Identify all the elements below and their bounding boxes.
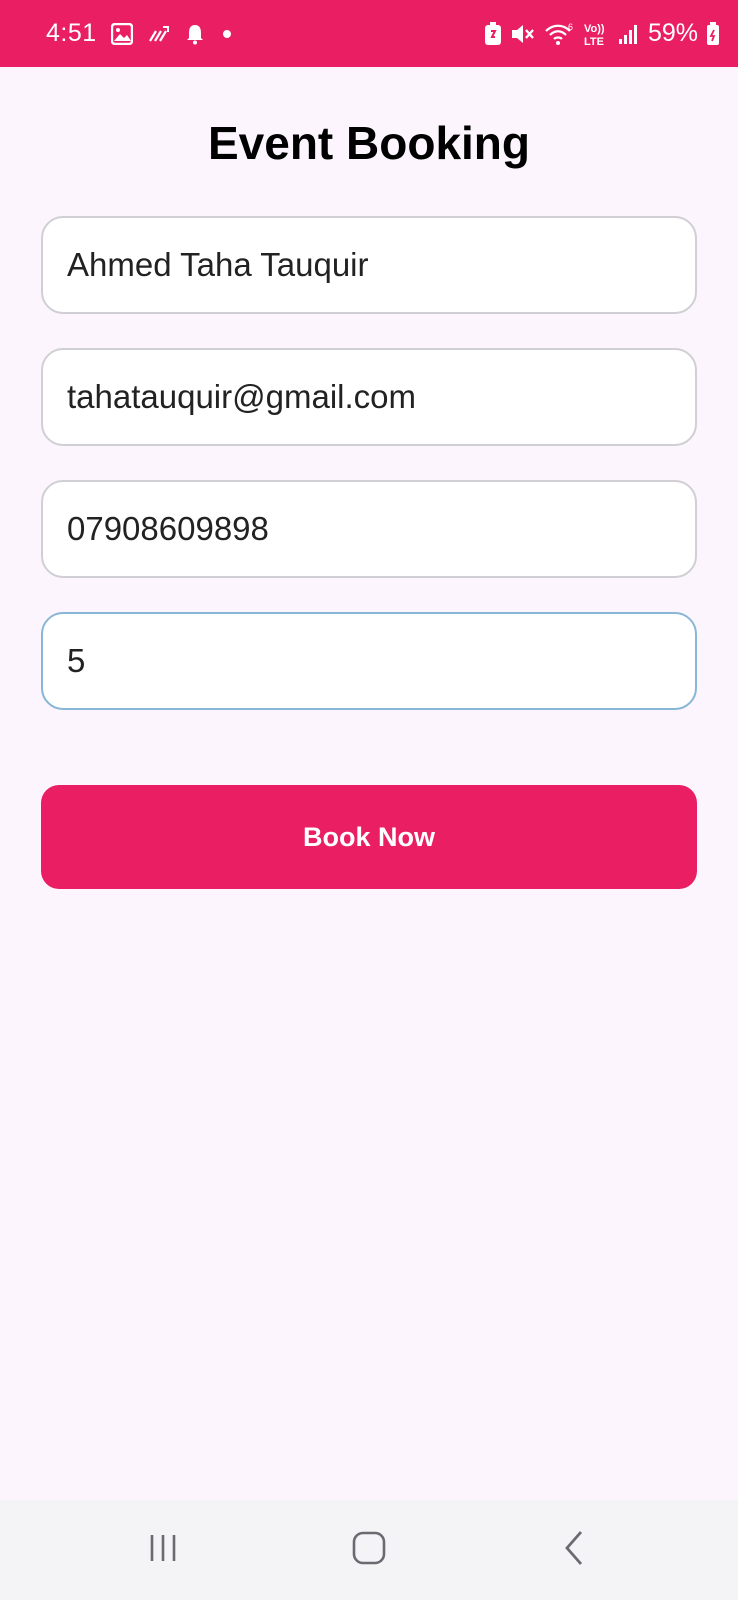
email-field[interactable] <box>41 348 697 446</box>
volte-icon: Vo)) LTE <box>582 21 610 47</box>
tickets-field[interactable] <box>41 612 697 710</box>
status-time: 4:51 <box>46 19 97 47</box>
wifi-icon: 6 <box>544 22 574 46</box>
book-now-button[interactable]: Book Now <box>41 785 697 889</box>
svg-text:LTE: LTE <box>584 36 604 47</box>
signal-icon <box>618 23 640 45</box>
battery-saver-icon <box>484 21 502 46</box>
svg-text:Vo)): Vo)) <box>584 23 605 35</box>
tickets-input[interactable] <box>67 642 671 680</box>
recent-apps-button[interactable] <box>123 1510 203 1590</box>
recent-apps-icon <box>146 1531 180 1570</box>
battery-percent: 59% <box>647 19 698 47</box>
booking-form <box>41 216 697 744</box>
home-button[interactable] <box>329 1510 409 1590</box>
back-button[interactable] <box>535 1510 615 1590</box>
phone-field[interactable] <box>41 480 697 578</box>
mute-icon <box>510 22 536 46</box>
bell-icon <box>185 23 205 45</box>
name-field[interactable] <box>41 216 697 314</box>
home-icon <box>351 1530 387 1571</box>
svg-text:6: 6 <box>568 22 573 32</box>
sync-icon <box>147 24 171 44</box>
status-bar-right: 6 Vo)) LTE 59% <box>484 19 720 48</box>
phone-input[interactable] <box>67 510 671 548</box>
name-input[interactable] <box>67 246 671 284</box>
email-input[interactable] <box>67 378 671 416</box>
status-bar-left: 4:51 <box>46 19 231 48</box>
battery-icon <box>706 21 720 46</box>
navigation-bar <box>0 1500 738 1600</box>
status-bar: 4:51 6 Vo)) LTE 59% <box>0 0 738 67</box>
back-icon <box>561 1529 589 1572</box>
image-icon <box>110 22 133 45</box>
page-title: Event Booking <box>207 117 531 169</box>
dot-icon <box>222 29 231 38</box>
